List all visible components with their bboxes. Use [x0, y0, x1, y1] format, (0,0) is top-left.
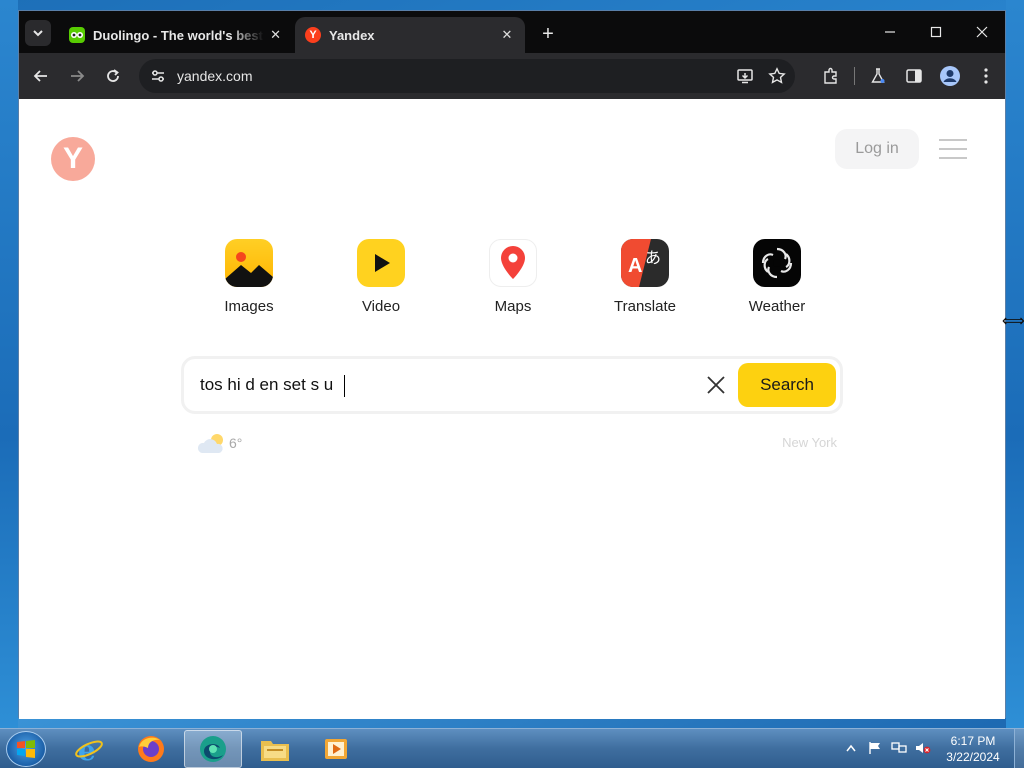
tab-bar: Duolingo - The world's best way to learn…: [19, 11, 1005, 53]
service-maps[interactable]: Maps: [463, 239, 563, 315]
images-icon: [225, 239, 273, 287]
browser-window: Duolingo - The world's best way to learn…: [18, 10, 1006, 719]
tab-title: Yandex: [329, 27, 375, 43]
forward-button[interactable]: [65, 64, 89, 88]
service-video[interactable]: Video: [331, 239, 431, 315]
reload-icon: [107, 69, 119, 82]
file-explorer-icon[interactable]: [246, 730, 304, 768]
extensions-icon[interactable]: [818, 63, 844, 89]
address-bar[interactable]: yandex.com: [139, 59, 795, 93]
internet-explorer-icon[interactable]: e: [60, 730, 118, 768]
toolbar-divider: [854, 67, 855, 85]
service-label: Images: [224, 298, 274, 315]
map-pin-icon: [489, 239, 537, 287]
tab-search-button[interactable]: [25, 20, 51, 46]
show-hidden-icons-icon[interactable]: [842, 739, 860, 757]
text-caret: [344, 375, 345, 397]
video-play-icon: [357, 239, 405, 287]
minimize-icon: [885, 31, 895, 33]
bookmark-star-icon[interactable]: [765, 64, 789, 88]
service-label: Translate: [614, 298, 676, 315]
back-button[interactable]: [29, 64, 53, 88]
clock-time: 6:17 PM: [950, 734, 996, 748]
arrow-left-icon: [33, 70, 47, 82]
service-translate[interactable]: Aあ Translate: [595, 239, 695, 315]
search-input[interactable]: [200, 370, 680, 400]
network-icon[interactable]: [890, 739, 908, 757]
side-panel-icon[interactable]: [901, 63, 927, 89]
search-box: Search: [181, 356, 843, 414]
close-icon: [707, 376, 725, 394]
duolingo-owl-icon: [69, 27, 85, 43]
desktop-wallpaper-left: [0, 0, 18, 728]
edge-icon[interactable]: [184, 730, 242, 768]
weather-temperature: 6°: [229, 435, 243, 451]
windows-logo-icon: [17, 740, 35, 758]
reload-button[interactable]: [101, 64, 125, 88]
service-label: Video: [361, 298, 401, 315]
login-button[interactable]: Log in: [835, 129, 919, 169]
hamburger-menu-icon[interactable]: [939, 139, 967, 161]
close-icon[interactable]: ✕: [270, 27, 281, 43]
yandex-page: Y Log in Images Video Maps A あ Translate…: [19, 99, 1005, 719]
tab-yandex[interactable]: Y Yandex ✕: [295, 17, 525, 53]
maximize-icon: [930, 26, 942, 38]
chevron-down-icon: [33, 30, 43, 37]
service-label: Weather: [748, 298, 806, 315]
minimize-button[interactable]: [867, 11, 913, 53]
resize-cursor-icon: ⟺: [1002, 311, 1024, 330]
service-images[interactable]: Images: [199, 239, 299, 315]
browser-toolbar: yandex.com: [19, 53, 1005, 99]
site-settings-icon[interactable]: [147, 65, 169, 87]
translate-icon: Aあ: [621, 239, 669, 287]
partly-cloudy-icon: [197, 434, 223, 453]
clear-search-button[interactable]: [702, 371, 730, 399]
search-button[interactable]: Search: [738, 363, 836, 407]
url-text: yandex.com: [177, 68, 253, 84]
profile-avatar-icon[interactable]: [937, 63, 963, 89]
svg-text:A: A: [628, 255, 642, 277]
svg-text:あ: あ: [645, 248, 661, 267]
system-tray: [842, 739, 938, 757]
yandex-y-icon: Y: [305, 27, 321, 43]
new-tab-button[interactable]: +: [537, 23, 559, 45]
weather-widget[interactable]: 6° New York: [197, 431, 837, 455]
arrow-right-icon: [71, 70, 85, 82]
service-label: Maps: [494, 298, 532, 315]
media-player-icon[interactable]: [308, 730, 366, 768]
close-window-button[interactable]: [959, 11, 1005, 53]
labs-flask-icon[interactable]: [865, 63, 891, 89]
tab-duolingo[interactable]: Duolingo - The world's best way to learn…: [59, 17, 291, 53]
maximize-button[interactable]: [913, 11, 959, 53]
window-controls: [867, 11, 1005, 53]
more-menu-icon[interactable]: [973, 63, 999, 89]
windows-taskbar: e 6:17 PM 3/22/2024: [0, 728, 1024, 768]
firefox-icon[interactable]: [122, 730, 180, 768]
action-center-flag-icon[interactable]: [866, 739, 884, 757]
weather-icon: [753, 239, 801, 287]
system-clock[interactable]: 6:17 PM 3/22/2024: [930, 733, 1016, 765]
desktop-wallpaper-right: [1006, 0, 1024, 728]
start-button[interactable]: [6, 731, 46, 767]
close-icon[interactable]: ✕: [499, 27, 515, 43]
show-desktop-button[interactable]: [1014, 729, 1024, 768]
install-app-icon[interactable]: [733, 64, 757, 88]
yandex-logo[interactable]: Y: [51, 137, 95, 181]
service-weather[interactable]: Weather: [727, 239, 827, 315]
close-icon: [976, 26, 988, 38]
clock-date: 3/22/2024: [946, 750, 1000, 764]
weather-city[interactable]: New York: [782, 435, 837, 450]
tab-title: Duolingo - The world's best way to learn…: [93, 27, 264, 43]
